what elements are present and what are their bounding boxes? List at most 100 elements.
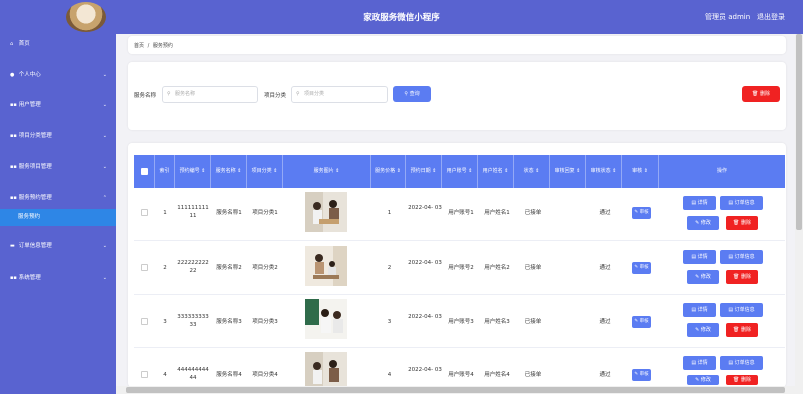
sidebar-item-appointments[interactable]: ▪▪ 服务预约管理 ⌃ [0, 189, 116, 207]
service-name-label: 服务名称 [134, 93, 157, 99]
search-icon: ⚲ [167, 91, 171, 97]
edit-button[interactable]: ✎ 修改 [687, 323, 719, 337]
batch-delete-button[interactable]: 🗑 删除 [742, 86, 780, 102]
sidebar-item-orders[interactable]: ▬ 订单信息管理 ⌄ [0, 237, 116, 255]
order-info-button[interactable]: ▤ 订单信息 [720, 356, 763, 370]
grid-icon: ▪▪ [10, 164, 17, 170]
trash-icon: 🗑 [733, 220, 741, 226]
breadcrumb-separator: / [147, 43, 150, 49]
sidebar-item-profile[interactable]: ● 个人中心 ⌄ [0, 66, 116, 84]
col-name[interactable]: 服务名称 ⇕ [211, 155, 247, 188]
detail-button[interactable]: ▤ 详情 [683, 356, 716, 370]
row-account: 用户账号2 [448, 265, 474, 271]
breadcrumb-panel [128, 36, 786, 54]
detail-button[interactable]: ▤ 详情 [683, 196, 716, 210]
service-photo-icon [305, 352, 347, 386]
audit-button[interactable]: ✎ 审核 [632, 262, 651, 274]
sidebar-item-label: 用户管理 [18, 102, 41, 108]
chevron-down-icon: ⌄ [102, 133, 107, 139]
detail-label: 详情 [697, 307, 708, 313]
vertical-scrollbar[interactable] [795, 34, 803, 394]
chevron-down-icon: ⌄ [102, 102, 107, 108]
row-audit-status: 通过 [599, 372, 611, 378]
category-placeholder: 项目分类 [304, 91, 325, 97]
delete-button[interactable]: 🗑 删除 [726, 270, 758, 284]
row-status: 已接单 [524, 210, 542, 216]
audit-button[interactable]: ✎ 审核 [632, 207, 651, 219]
edit-button[interactable]: ✎ 修改 [687, 216, 719, 230]
row-price: 2 [387, 265, 392, 271]
row-audit-status: 通过 [599, 319, 611, 325]
order-info-label: 订单信息 [734, 360, 755, 366]
col-image[interactable]: 服务图片 ⇕ [283, 155, 371, 188]
sidebar-item-system[interactable]: ▪▪ 系统管理 ⌄ [0, 269, 116, 287]
col-status[interactable]: 状态 ⇕ [514, 155, 550, 188]
delete-label: 删除 [759, 91, 770, 97]
query-label: 查询 [409, 91, 420, 97]
chevron-down-icon: ⌄ [102, 164, 107, 170]
horizontal-scrollbar[interactable] [116, 386, 795, 394]
delete-button[interactable]: 🗑 删除 [726, 375, 758, 385]
delete-button[interactable]: 🗑 删除 [726, 323, 758, 337]
row-name: 服务名称2 [216, 265, 242, 271]
order-info-button[interactable]: ▤ 订单信息 [720, 303, 763, 317]
col-audit-status[interactable]: 审核状态 ⇕ [586, 155, 622, 188]
select-all-checkbox[interactable] [141, 168, 148, 175]
category-input[interactable]: ⚲ 项目分类 [291, 86, 388, 103]
col-username[interactable]: 用户姓名 ⇕ [478, 155, 514, 188]
order-info-button[interactable]: ▤ 订单信息 [720, 196, 763, 210]
col-category[interactable]: 项目分类 ⇕ [247, 155, 283, 188]
sidebar-item-categories[interactable]: ▪▪ 项目分类管理 ⌄ [0, 127, 116, 145]
table-header: 索引 预约编号 ⇕ 服务名称 ⇕ 项目分类 ⇕ 服务图片 ⇕ 服务价格 ⇕ 预约… [134, 155, 785, 188]
row-audit-status: 通过 [599, 210, 611, 216]
delete-button[interactable]: 🗑 删除 [726, 216, 758, 230]
sidebar: ⌂ 首页 ● 个人中心 ⌄ ▪▪ 用户管理 ⌄ ▪▪ 项目分类管理 ⌄ ▪▪ 服… [0, 34, 116, 394]
row-checkbox[interactable] [141, 318, 148, 325]
col-date[interactable]: 预约日期 ⇕ [406, 155, 442, 188]
detail-label: 详情 [697, 200, 708, 206]
detail-label: 详情 [697, 360, 708, 366]
col-code[interactable]: 预约编号 ⇕ [175, 155, 211, 188]
row-name: 服务名称3 [216, 319, 242, 325]
col-reply[interactable]: 审核回复 ⇕ [550, 155, 586, 188]
grid-icon: ▪▪ [10, 195, 17, 201]
audit-button[interactable]: ✎ 审核 [632, 369, 651, 381]
row-status: 已接单 [524, 319, 542, 325]
sidebar-item-label: 订单信息管理 [18, 243, 52, 249]
trash-icon: 🗑 [752, 91, 760, 97]
row-category: 项目分类1 [252, 210, 278, 216]
breadcrumb-home[interactable]: 首页 [134, 43, 144, 49]
row-checkbox[interactable] [141, 264, 148, 271]
row-account: 用户账号3 [448, 319, 474, 325]
horizontal-scroll-thumb[interactable] [126, 387, 785, 393]
query-button[interactable]: ⚲ 查询 [393, 86, 431, 102]
home-icon: ⌂ [10, 41, 14, 47]
audit-label: 审核 [639, 210, 649, 215]
col-price[interactable]: 服务价格 ⇕ [371, 155, 406, 188]
logout-link[interactable]: 退出登录 [757, 12, 785, 22]
row-price: 4 [387, 372, 392, 378]
row-checkbox[interactable] [141, 209, 148, 216]
service-image [305, 352, 347, 386]
sidebar-item-home[interactable]: ⌂ 首页 [0, 35, 116, 53]
chevron-down-icon: ⌄ [102, 243, 107, 249]
audit-button[interactable]: ✎ 审核 [632, 316, 651, 328]
row-divider [134, 347, 785, 348]
detail-button[interactable]: ▤ 详情 [683, 303, 716, 317]
sidebar-item-services[interactable]: ▪▪ 服务项目管理 ⌄ [0, 158, 116, 176]
edit-button[interactable]: ✎ 修改 [687, 375, 719, 385]
col-account[interactable]: 用户账号 ⇕ [442, 155, 478, 188]
service-name-input[interactable]: ⚲ 服务名称 [162, 86, 258, 103]
order-info-label: 订单信息 [734, 200, 755, 206]
vertical-scroll-thumb[interactable] [796, 34, 802, 230]
sidebar-item-label: 系统管理 [18, 275, 41, 281]
order-info-button[interactable]: ▤ 订单信息 [720, 250, 763, 264]
detail-button[interactable]: ▤ 详情 [683, 250, 716, 264]
sidebar-subitem-appointment[interactable]: 服务预约 [0, 209, 116, 226]
col-audit[interactable]: 审核 ⇕ [622, 155, 659, 188]
sidebar-item-users[interactable]: ▪▪ 用户管理 ⌄ [0, 96, 116, 114]
row-username: 用户姓名1 [484, 210, 510, 216]
row-code: 333333333 33 [177, 314, 209, 328]
row-checkbox[interactable] [141, 371, 148, 378]
edit-button[interactable]: ✎ 修改 [687, 270, 719, 284]
